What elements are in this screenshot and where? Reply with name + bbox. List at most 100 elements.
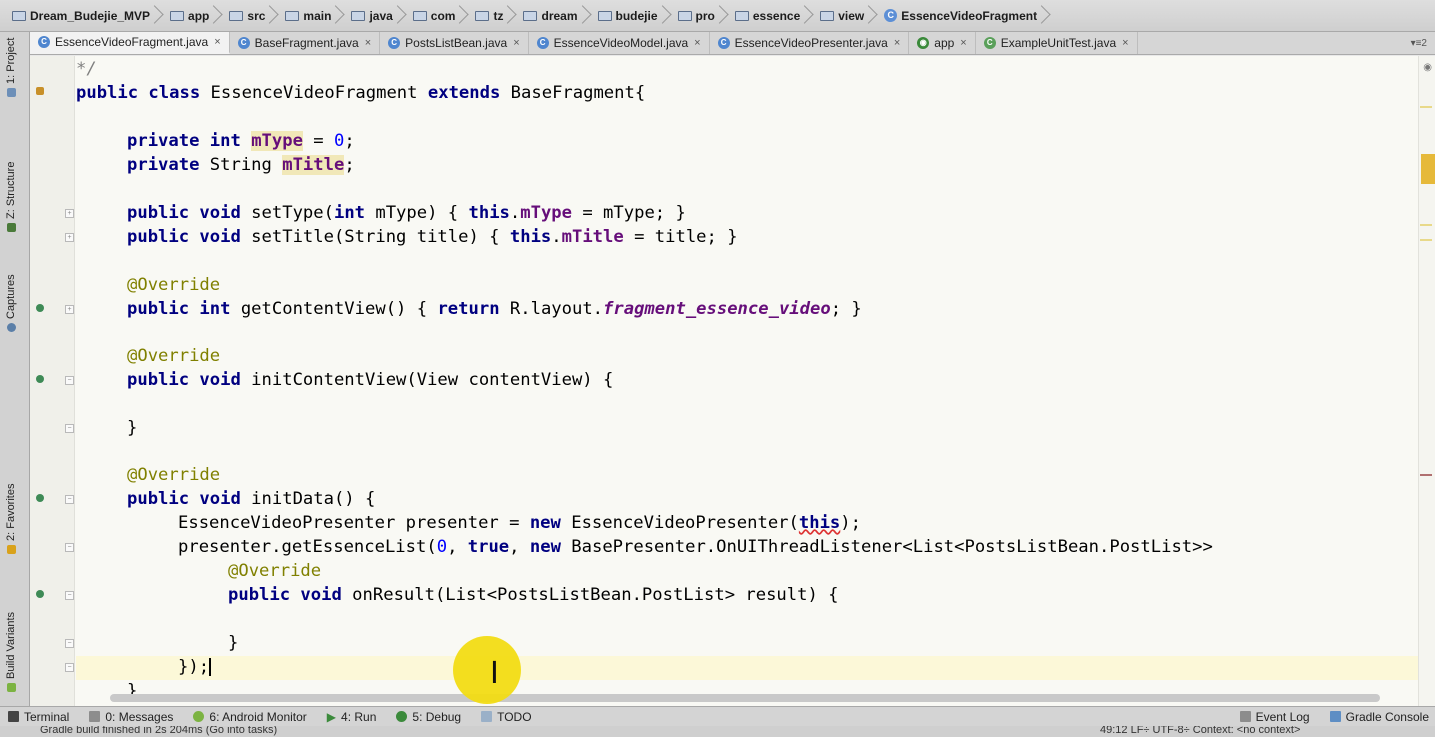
terminal-tool-button[interactable]: Terminal: [8, 710, 69, 724]
java-class-icon: C: [237, 37, 250, 49]
error-stripe-marker[interactable]: [1420, 106, 1432, 108]
fold-collapse-icon[interactable]: −: [65, 639, 74, 648]
breadcrumb-label: essence: [752, 8, 801, 23]
java-class-icon: C: [717, 37, 730, 49]
build-variants-tool-button[interactable]: Build Variants: [5, 612, 17, 692]
close-icon[interactable]: ×: [1122, 37, 1128, 49]
captures-tool-label: Captures: [5, 274, 17, 319]
left-tool-window-strip: 1: Project Z: Structure Captures 2: Favo…: [0, 32, 30, 707]
structure-tool-label: Z: Structure: [5, 161, 17, 219]
breadcrumb-item[interactable]: C EssenceVideoFragment: [880, 6, 1041, 26]
editor-tab[interactable]: ◉ app ×: [909, 32, 976, 54]
messages-tool-button[interactable]: 0: Messages: [89, 710, 173, 724]
fold-expand-icon[interactable]: +: [65, 209, 74, 218]
chevron-right-icon: [664, 6, 672, 26]
breadcrumb-item[interactable]: budejie: [594, 6, 662, 26]
code-line: public void setType(int mType) { this.mT…: [127, 203, 686, 223]
fold-collapse-icon[interactable]: −: [65, 543, 74, 552]
code-line: }: [127, 418, 138, 438]
package-icon: [523, 10, 538, 21]
close-icon[interactable]: ×: [960, 37, 966, 49]
close-icon[interactable]: ×: [694, 37, 700, 49]
breadcrumb-item[interactable]: essence: [731, 6, 804, 26]
tab-label: PostsListBean.java: [405, 36, 508, 50]
tab-label: EssenceVideoPresenter.java: [734, 36, 888, 50]
code-line: private int mType = 0;: [127, 131, 355, 151]
fold-expand-icon[interactable]: +: [65, 305, 74, 314]
favorites-tool-button[interactable]: 2: Favorites: [5, 484, 17, 554]
close-icon[interactable]: ×: [513, 37, 519, 49]
tab-overflow-button[interactable]: ▾≡2: [1411, 32, 1435, 54]
editor-tab-bar: C EssenceVideoFragment.java × C BaseFragment…: [30, 32, 1435, 55]
close-icon[interactable]: ×: [365, 37, 371, 49]
override-marker-icon[interactable]: [36, 375, 44, 383]
todo-tool-button[interactable]: TODO: [481, 710, 532, 724]
override-marker-icon[interactable]: [36, 494, 44, 502]
code-line: private String mTitle;: [127, 155, 355, 175]
class-marker-icon: [36, 87, 44, 95]
event-log-tool-button[interactable]: Event Log: [1239, 710, 1310, 724]
fold-collapse-icon[interactable]: −: [65, 424, 74, 433]
tab-label: BaseFragment.java: [254, 36, 359, 50]
run-tool-button[interactable]: ▶ 4: Run: [327, 710, 377, 724]
folder-icon: [285, 10, 300, 21]
close-icon[interactable]: ×: [894, 37, 900, 49]
breadcrumb-item[interactable]: dream: [519, 6, 581, 26]
fold-collapse-icon[interactable]: −: [65, 663, 74, 672]
fold-collapse-icon[interactable]: −: [65, 376, 74, 385]
code-line: EssenceVideoPresenter presenter = new Es…: [178, 513, 861, 533]
error-stripe-marker[interactable]: [1420, 239, 1432, 241]
package-icon: [820, 10, 835, 21]
android-monitor-tool-button[interactable]: 6: Android Monitor: [193, 710, 307, 724]
code-editor[interactable]: + + + − − − − − − − */ public class Esse…: [30, 56, 1435, 706]
code-line: public int getContentView() { return R.l…: [127, 299, 862, 319]
bottom-tool-bar: Terminal 0: Messages 6: Android Monitor …: [0, 706, 1435, 726]
gradle-console-tool-button[interactable]: Gradle Console: [1329, 710, 1429, 724]
chevron-right-icon: [461, 6, 469, 26]
editor-tab[interactable]: C PostsListBean.java ×: [380, 32, 529, 54]
fold-collapse-icon[interactable]: −: [65, 495, 74, 504]
chevron-right-icon: [399, 6, 407, 26]
todo-icon: [481, 711, 493, 722]
error-stripe-marker[interactable]: [1420, 474, 1432, 476]
structure-tool-button[interactable]: Z: Structure: [5, 162, 17, 232]
folder-icon: [351, 10, 366, 21]
code-text[interactable]: */ public class EssenceVideoFragment ext…: [76, 56, 1421, 706]
editor-tab[interactable]: C ExampleUnitTest.java ×: [976, 32, 1138, 54]
editor-tab[interactable]: C EssenceVideoFragment.java ×: [30, 32, 230, 54]
chevron-right-icon: [806, 6, 814, 26]
override-marker-icon[interactable]: [36, 590, 44, 598]
tab-label: ExampleUnitTest.java: [1000, 36, 1117, 50]
editor-tab[interactable]: C EssenceVideoModel.java ×: [529, 32, 710, 54]
code-line: @Override: [127, 275, 221, 295]
close-icon[interactable]: ×: [214, 36, 220, 48]
editor-tab[interactable]: C EssenceVideoPresenter.java ×: [710, 32, 910, 54]
breadcrumb-item[interactable]: Dream_Budejie_MVP: [8, 6, 154, 26]
override-marker-icon[interactable]: [36, 304, 44, 312]
project-icon: [6, 88, 16, 97]
tab-label: app: [934, 36, 955, 50]
caret-position-status[interactable]: 49:12 LF÷ UTF-8÷ Context: <no context>: [1100, 726, 1300, 736]
chevron-right-icon: [271, 6, 279, 26]
fold-collapse-icon[interactable]: −: [65, 591, 74, 600]
current-line-highlight: [76, 656, 1421, 680]
code-line: public void setTitle(String title) { thi…: [127, 227, 738, 247]
scroll-thumb[interactable]: [1421, 154, 1435, 184]
editor-tab[interactable]: C BaseFragment.java ×: [230, 32, 381, 54]
horizontal-scrollbar[interactable]: [110, 694, 1380, 702]
project-tool-button[interactable]: 1: Project: [5, 38, 17, 97]
status-message[interactable]: Gradle build finished in 2s 204ms (Go in…: [40, 726, 277, 736]
mouse-cursor-highlight: [453, 636, 521, 704]
debug-tool-button[interactable]: 5: Debug: [396, 710, 461, 724]
error-stripe-marker[interactable]: [1420, 224, 1432, 226]
vertical-scrollbar[interactable]: ◉: [1418, 56, 1435, 706]
code-line: @Override: [127, 346, 221, 366]
project-folder-icon: [12, 10, 26, 21]
code-line: public void onResult(List<PostsListBean.…: [228, 585, 839, 605]
eye-icon[interactable]: ◉: [1423, 62, 1432, 73]
fold-expand-icon[interactable]: +: [65, 233, 74, 242]
gradle-console-icon: [1329, 711, 1341, 722]
debug-bug-icon: [396, 711, 408, 722]
captures-tool-button[interactable]: Captures: [5, 274, 17, 332]
chevron-right-icon: [337, 6, 345, 26]
